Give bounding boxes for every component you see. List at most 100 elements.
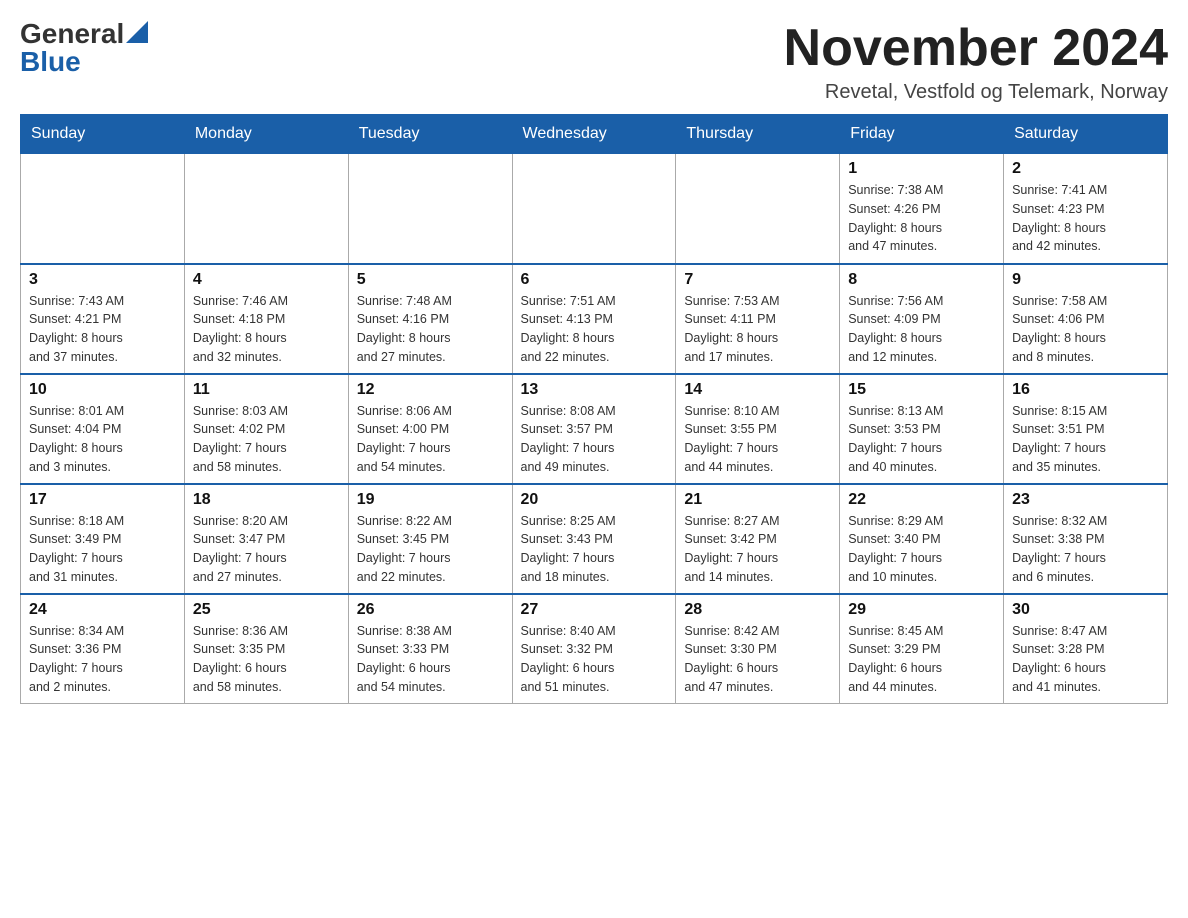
page-header: General Blue November 2024 Revetal, Vest… [20,20,1168,104]
calendar-day-cell [21,154,185,264]
calendar-day-cell [348,154,512,264]
title-section: November 2024 Revetal, Vestfold og Telem… [784,20,1168,104]
day-number: 20 [521,491,668,509]
calendar-day-cell: 20 Sunrise: 8:25 AM Sunset: 3:43 PM Dayli… [512,484,676,594]
day-number: 11 [193,381,340,399]
day-info: Sunrise: 8:15 AM Sunset: 3:51 PM Dayligh… [1012,402,1159,477]
logo-blue: Blue [20,48,81,76]
calendar-day-cell: 24 Sunrise: 8:34 AM Sunset: 3:36 PM Dayli… [21,594,185,704]
day-info: Sunrise: 7:51 AM Sunset: 4:13 PM Dayligh… [521,292,668,367]
calendar-day-cell: 29 Sunrise: 8:45 AM Sunset: 3:29 PM Dayli… [840,594,1004,704]
calendar-week-row: 24 Sunrise: 8:34 AM Sunset: 3:36 PM Dayli… [21,594,1168,704]
day-info: Sunrise: 8:25 AM Sunset: 3:43 PM Dayligh… [521,512,668,587]
day-number: 3 [29,271,176,289]
day-info: Sunrise: 8:18 AM Sunset: 3:49 PM Dayligh… [29,512,176,587]
day-number: 25 [193,601,340,619]
calendar-day-cell: 6 Sunrise: 7:51 AM Sunset: 4:13 PM Daylig… [512,264,676,374]
day-info: Sunrise: 7:38 AM Sunset: 4:26 PM Dayligh… [848,181,995,256]
day-number: 6 [521,271,668,289]
calendar-week-row: 17 Sunrise: 8:18 AM Sunset: 3:49 PM Dayli… [21,484,1168,594]
day-number: 18 [193,491,340,509]
calendar-week-row: 3 Sunrise: 7:43 AM Sunset: 4:21 PM Daylig… [21,264,1168,374]
day-info: Sunrise: 8:45 AM Sunset: 3:29 PM Dayligh… [848,622,995,697]
calendar-day-cell: 23Sunrise: 8:32 AM Sunset: 3:38 PM Dayli… [1004,484,1168,594]
calendar-day-cell: 9 Sunrise: 7:58 AM Sunset: 4:06 PM Daylig… [1004,264,1168,374]
calendar-day-cell: 15 Sunrise: 8:13 AM Sunset: 3:53 PM Dayli… [840,374,1004,484]
calendar-day-cell: 21 Sunrise: 8:27 AM Sunset: 3:42 PM Dayli… [676,484,840,594]
day-info: Sunrise: 8:03 AM Sunset: 4:02 PM Dayligh… [193,402,340,477]
day-number: 13 [521,381,668,399]
day-number: 9 [1012,271,1159,289]
calendar-day-cell: 25 Sunrise: 8:36 AM Sunset: 3:35 PM Dayli… [184,594,348,704]
day-info: Sunrise: 8:01 AM Sunset: 4:04 PM Dayligh… [29,402,176,477]
calendar-week-row: 10 Sunrise: 8:01 AM Sunset: 4:04 PM Dayli… [21,374,1168,484]
calendar-week-row: 1Sunrise: 7:38 AM Sunset: 4:26 PM Daylig… [21,154,1168,264]
day-number: 10 [29,381,176,399]
logo-triangle-icon [126,21,148,43]
weekday-header-tuesday: Tuesday [348,115,512,154]
day-info: Sunrise: 7:46 AM Sunset: 4:18 PM Dayligh… [193,292,340,367]
calendar-day-cell: 14 Sunrise: 8:10 AM Sunset: 3:55 PM Dayli… [676,374,840,484]
day-info: Sunrise: 8:22 AM Sunset: 3:45 PM Dayligh… [357,512,504,587]
day-info: Sunrise: 7:58 AM Sunset: 4:06 PM Dayligh… [1012,292,1159,367]
calendar-day-cell [184,154,348,264]
day-number: 15 [848,381,995,399]
weekday-header-thursday: Thursday [676,115,840,154]
day-number: 16 [1012,381,1159,399]
day-number: 22 [848,491,995,509]
weekday-header-row: SundayMondayTuesdayWednesdayThursdayFrid… [21,115,1168,154]
day-number: 7 [684,271,831,289]
day-info: Sunrise: 8:40 AM Sunset: 3:32 PM Dayligh… [521,622,668,697]
calendar-day-cell: 18 Sunrise: 8:20 AM Sunset: 3:47 PM Dayli… [184,484,348,594]
day-info: Sunrise: 7:41 AM Sunset: 4:23 PM Dayligh… [1012,181,1159,256]
day-number: 2 [1012,160,1159,178]
day-info: Sunrise: 8:47 AM Sunset: 3:28 PM Dayligh… [1012,622,1159,697]
day-info: Sunrise: 8:13 AM Sunset: 3:53 PM Dayligh… [848,402,995,477]
day-number: 24 [29,601,176,619]
logo-general: General [20,20,124,48]
location-subtitle: Revetal, Vestfold og Telemark, Norway [784,81,1168,104]
day-number: 5 [357,271,504,289]
weekday-header-saturday: Saturday [1004,115,1168,154]
day-info: Sunrise: 8:38 AM Sunset: 3:33 PM Dayligh… [357,622,504,697]
weekday-header-friday: Friday [840,115,1004,154]
calendar-table: SundayMondayTuesdayWednesdayThursdayFrid… [20,114,1168,704]
day-info: Sunrise: 7:56 AM Sunset: 4:09 PM Dayligh… [848,292,995,367]
weekday-header-sunday: Sunday [21,115,185,154]
day-number: 4 [193,271,340,289]
day-number: 14 [684,381,831,399]
day-info: Sunrise: 8:10 AM Sunset: 3:55 PM Dayligh… [684,402,831,477]
day-info: Sunrise: 8:42 AM Sunset: 3:30 PM Dayligh… [684,622,831,697]
day-info: Sunrise: 8:34 AM Sunset: 3:36 PM Dayligh… [29,622,176,697]
calendar-day-cell: 10 Sunrise: 8:01 AM Sunset: 4:04 PM Dayli… [21,374,185,484]
calendar-day-cell: 28Sunrise: 8:42 AM Sunset: 3:30 PM Dayli… [676,594,840,704]
calendar-day-cell: 12 Sunrise: 8:06 AM Sunset: 4:00 PM Dayli… [348,374,512,484]
day-number: 8 [848,271,995,289]
day-number: 17 [29,491,176,509]
calendar-day-cell: 19Sunrise: 8:22 AM Sunset: 3:45 PM Dayli… [348,484,512,594]
weekday-header-wednesday: Wednesday [512,115,676,154]
day-number: 29 [848,601,995,619]
day-info: Sunrise: 8:08 AM Sunset: 3:57 PM Dayligh… [521,402,668,477]
calendar-day-cell: 3 Sunrise: 7:43 AM Sunset: 4:21 PM Daylig… [21,264,185,374]
calendar-day-cell: 17 Sunrise: 8:18 AM Sunset: 3:49 PM Dayli… [21,484,185,594]
day-number: 27 [521,601,668,619]
day-info: Sunrise: 7:48 AM Sunset: 4:16 PM Dayligh… [357,292,504,367]
day-info: Sunrise: 8:27 AM Sunset: 3:42 PM Dayligh… [684,512,831,587]
day-number: 26 [357,601,504,619]
day-info: Sunrise: 8:20 AM Sunset: 3:47 PM Dayligh… [193,512,340,587]
day-info: Sunrise: 8:36 AM Sunset: 3:35 PM Dayligh… [193,622,340,697]
calendar-day-cell: 16 Sunrise: 8:15 AM Sunset: 3:51 PM Dayli… [1004,374,1168,484]
day-number: 21 [684,491,831,509]
day-number: 12 [357,381,504,399]
day-info: Sunrise: 8:06 AM Sunset: 4:00 PM Dayligh… [357,402,504,477]
calendar-day-cell: 1Sunrise: 7:38 AM Sunset: 4:26 PM Daylig… [840,154,1004,264]
day-info: Sunrise: 7:43 AM Sunset: 4:21 PM Dayligh… [29,292,176,367]
day-info: Sunrise: 8:32 AM Sunset: 3:38 PM Dayligh… [1012,512,1159,587]
day-info: Sunrise: 7:53 AM Sunset: 4:11 PM Dayligh… [684,292,831,367]
day-number: 30 [1012,601,1159,619]
calendar-day-cell: 27 Sunrise: 8:40 AM Sunset: 3:32 PM Dayli… [512,594,676,704]
calendar-day-cell: 5 Sunrise: 7:48 AM Sunset: 4:16 PM Daylig… [348,264,512,374]
calendar-day-cell [512,154,676,264]
calendar-day-cell: 7 Sunrise: 7:53 AM Sunset: 4:11 PM Daylig… [676,264,840,374]
